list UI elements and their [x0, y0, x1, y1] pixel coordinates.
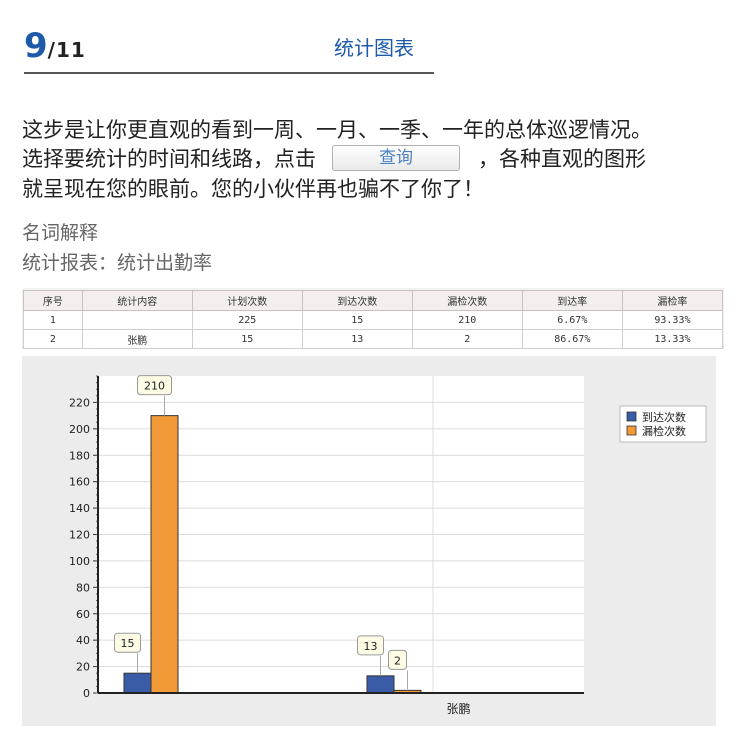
query-button[interactable]: 查询 — [332, 145, 460, 171]
data-label: 13 — [364, 640, 378, 653]
y-tick-label: 40 — [76, 634, 90, 647]
table-cell: 2 — [23, 329, 83, 349]
legend-label: 到达次数 — [642, 410, 686, 424]
y-tick-label: 160 — [69, 476, 90, 489]
legend-swatch — [626, 425, 637, 436]
bar — [150, 415, 179, 694]
bar-chart: 0 20 40 60 80 100 120 140 160 180 200 220 张鹏 15 210 13 2… — [69, 375, 707, 716]
description-text: ，各种直观的图形 — [478, 147, 646, 171]
table-cell: 2 — [411, 329, 523, 349]
terms-definition: 统计报表：统计出勤率 — [22, 252, 213, 274]
column-header[interactable]: 统计内容 — [81, 290, 193, 311]
page-title: 统计图表 — [334, 36, 414, 60]
y-tick-label: 200 — [69, 423, 90, 436]
y-tick-label: 140 — [69, 502, 90, 515]
table-cell: 15 — [301, 310, 413, 330]
x-tick-label: 张鹏 — [446, 702, 470, 716]
column-header[interactable]: 到达次数 — [301, 290, 413, 311]
column-header[interactable]: 漏检率 — [621, 290, 724, 311]
terms-title: 名词解释 — [22, 222, 99, 244]
description-line-1: 这步是让你更直观的看到一周、一月、一季、一年的总体巡逻情况。 — [22, 118, 652, 142]
y-tick-label: 20 — [76, 661, 90, 674]
page-current: 9 — [24, 26, 48, 66]
y-tick-label: 100 — [69, 555, 90, 568]
table-cell: 张鹏 — [81, 329, 193, 349]
page-header: 9/11 统计图表 — [24, 26, 434, 74]
stats-table: 序号 统计内容 计划次数 到达次数 漏检次数 到达率 漏检率 1 225 15 … — [23, 290, 724, 349]
table-cell: 6.67% — [521, 310, 623, 330]
table-cell: 86.67% — [521, 329, 623, 349]
y-tick-label: 180 — [69, 449, 90, 462]
table-cell: 13 — [301, 329, 413, 349]
data-label: 2 — [394, 654, 401, 667]
description: 这步是让你更直观的看到一周、一月、一季、一年的总体巡逻情况。 选择要统计的时间和… — [22, 116, 732, 204]
page-total: /11 — [47, 38, 86, 62]
table-cell — [81, 310, 193, 330]
table-cell: 13.33% — [621, 329, 724, 349]
table-row[interactable]: 2 张鹏 15 13 2 86.67% 13.33% — [23, 329, 724, 349]
column-header[interactable]: 漏检次数 — [411, 290, 523, 311]
column-header[interactable]: 序号 — [23, 290, 83, 311]
stats-table-panel: 序号 统计内容 计划次数 到达次数 漏检次数 到达率 漏检率 1 225 15 … — [22, 288, 724, 349]
y-tick-label: 80 — [76, 581, 90, 594]
table-cell: 225 — [191, 310, 303, 330]
table-cell: 210 — [411, 310, 523, 330]
column-header[interactable]: 到达率 — [521, 290, 623, 311]
table-cell: 15 — [191, 329, 303, 349]
table-cell: 93.33% — [621, 310, 724, 330]
data-label: 15 — [121, 637, 135, 650]
y-tick-label: 60 — [76, 608, 90, 621]
bar — [123, 672, 152, 694]
legend-label: 漏检次数 — [642, 424, 686, 438]
y-tick-label: 220 — [69, 396, 90, 409]
table-row[interactable]: 1 225 15 210 6.67% 93.33% — [23, 310, 724, 330]
description-text: 选择要统计的时间和线路，点击 — [22, 147, 316, 171]
column-header[interactable]: 计划次数 — [191, 290, 303, 311]
y-tick-label: 120 — [69, 529, 90, 542]
table-header-row: 序号 统计内容 计划次数 到达次数 漏检次数 到达率 漏检率 — [23, 290, 724, 311]
page-counter: 9/11 — [24, 26, 86, 66]
table-cell: 1 — [23, 310, 83, 330]
data-label: 210 — [144, 380, 165, 393]
legend-swatch — [626, 411, 637, 422]
y-tick-label: 0 — [83, 687, 90, 700]
description-line-3: 就呈现在您的眼前。您的小伙伴再也骗不了你了！ — [22, 177, 484, 201]
bar — [366, 675, 395, 694]
chart-panel: 0 20 40 60 80 100 120 140 160 180 200 220 张鹏 15 210 13 2… — [22, 356, 716, 726]
description-line-2: 选择要统计的时间和线路，点击 查询 ，各种直观的图形 — [22, 145, 732, 175]
